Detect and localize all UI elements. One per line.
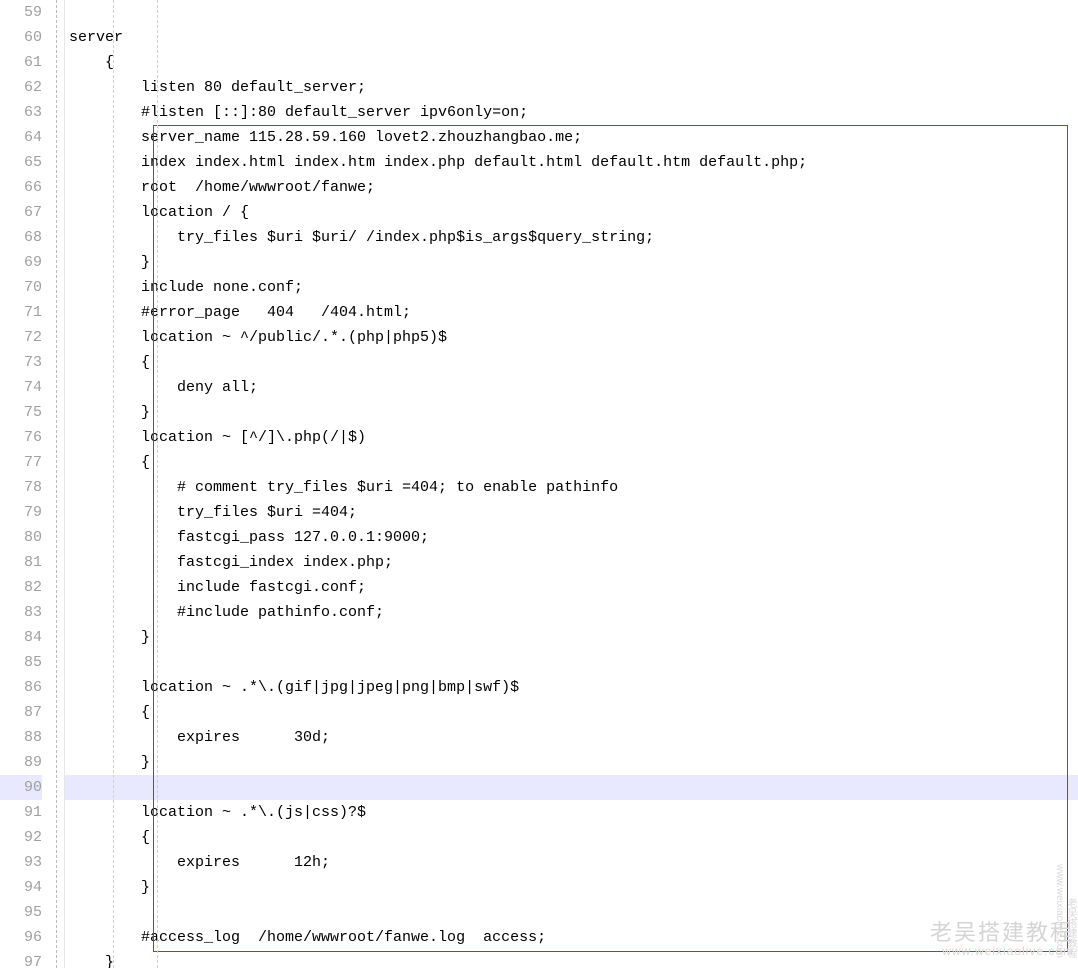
code-area[interactable]: 老吴搭建教程 www.weixiaolive.com 老吴搭建教程 www.we… bbox=[65, 0, 1078, 968]
line-number: 81 bbox=[0, 550, 42, 575]
code-line[interactable]: expires 30d; bbox=[65, 725, 1078, 750]
code-line[interactable]: location ~ .*\.(js|css)?$ bbox=[65, 800, 1078, 825]
watermark: 老吴搭建教程 www.weixiaolive.com 老吴搭建教程 www.we… bbox=[930, 921, 1074, 958]
line-number: 61 bbox=[0, 50, 42, 75]
code-line[interactable]: include none.conf; bbox=[65, 275, 1078, 300]
code-line[interactable]: location / { bbox=[65, 200, 1078, 225]
line-number: 97 bbox=[0, 950, 42, 968]
code-line[interactable]: server bbox=[65, 25, 1078, 50]
code-line[interactable]: try_files $uri $uri/ /index.php$is_args$… bbox=[65, 225, 1078, 250]
line-number: 83 bbox=[0, 600, 42, 625]
code-line[interactable]: deny all; bbox=[65, 375, 1078, 400]
watermark-en: www.weixiaolive.com bbox=[930, 945, 1074, 958]
line-number: 76 bbox=[0, 425, 42, 450]
code-line[interactable]: #include pathinfo.conf; bbox=[65, 600, 1078, 625]
line-number: 60 bbox=[0, 25, 42, 50]
code-line[interactable]: #access_log /home/wwwroot/fanwe.log acce… bbox=[65, 925, 1078, 950]
line-number: 73 bbox=[0, 350, 42, 375]
code-line[interactable] bbox=[65, 0, 1078, 25]
code-line[interactable]: location ~ [^/]\.php(/|$) bbox=[65, 425, 1078, 450]
code-line[interactable]: location ~ ^/public/.*.(php|php5)$ bbox=[65, 325, 1078, 350]
line-number: 94 bbox=[0, 875, 42, 900]
watermark-side: 老吴搭建教程 www.weixiaolive.com bbox=[1054, 861, 1076, 958]
line-number: 85 bbox=[0, 650, 42, 675]
code-line[interactable]: root /home/wwwroot/fanwe; bbox=[65, 175, 1078, 200]
line-number: 68 bbox=[0, 225, 42, 250]
line-number: 79 bbox=[0, 500, 42, 525]
line-number: 88 bbox=[0, 725, 42, 750]
line-number: 66 bbox=[0, 175, 42, 200]
code-line[interactable]: fastcgi_pass 127.0.0.1:9000; bbox=[65, 525, 1078, 550]
code-line[interactable]: } bbox=[65, 950, 1078, 968]
line-number: 67 bbox=[0, 200, 42, 225]
line-number: 92 bbox=[0, 825, 42, 850]
code-line[interactable]: server_name 115.28.59.160 lovet2.zhouzha… bbox=[65, 125, 1078, 150]
code-line[interactable]: { bbox=[65, 350, 1078, 375]
line-number: 82 bbox=[0, 575, 42, 600]
code-line[interactable]: { bbox=[65, 450, 1078, 475]
line-number: 72 bbox=[0, 325, 42, 350]
code-editor[interactable]: 5960616263646566676869707172737475767778… bbox=[0, 0, 1078, 968]
code-line[interactable] bbox=[65, 775, 1078, 800]
line-number: 62 bbox=[0, 75, 42, 100]
line-number: 65 bbox=[0, 150, 42, 175]
code-line[interactable]: } bbox=[65, 750, 1078, 775]
code-line[interactable] bbox=[65, 900, 1078, 925]
code-line[interactable]: { bbox=[65, 50, 1078, 75]
code-line[interactable]: { bbox=[65, 825, 1078, 850]
line-number: 64 bbox=[0, 125, 42, 150]
line-number: 71 bbox=[0, 300, 42, 325]
code-line[interactable]: } bbox=[65, 875, 1078, 900]
code-line[interactable]: include fastcgi.conf; bbox=[65, 575, 1078, 600]
code-line[interactable]: } bbox=[65, 400, 1078, 425]
line-number: 74 bbox=[0, 375, 42, 400]
code-line[interactable] bbox=[65, 650, 1078, 675]
line-number: 87 bbox=[0, 700, 42, 725]
code-line[interactable]: listen 80 default_server; bbox=[65, 75, 1078, 100]
line-number: 90 bbox=[0, 775, 42, 800]
code-line[interactable]: fastcgi_index index.php; bbox=[65, 550, 1078, 575]
line-number: 59 bbox=[0, 0, 42, 25]
code-line[interactable]: try_files $uri =404; bbox=[65, 500, 1078, 525]
code-line[interactable]: location ~ .*\.(gif|jpg|jpeg|png|bmp|swf… bbox=[65, 675, 1078, 700]
line-number: 93 bbox=[0, 850, 42, 875]
fold-column bbox=[48, 0, 65, 968]
code-line[interactable]: } bbox=[65, 625, 1078, 650]
line-number: 80 bbox=[0, 525, 42, 550]
line-number: 70 bbox=[0, 275, 42, 300]
line-number: 95 bbox=[0, 900, 42, 925]
line-number: 89 bbox=[0, 750, 42, 775]
code-line[interactable]: # comment try_files $uri =404; to enable… bbox=[65, 475, 1078, 500]
watermark-cn: 老吴搭建教程 bbox=[930, 921, 1074, 945]
code-line[interactable]: #listen [::]:80 default_server ipv6only=… bbox=[65, 100, 1078, 125]
line-number: 96 bbox=[0, 925, 42, 950]
code-line[interactable]: } bbox=[65, 250, 1078, 275]
code-line[interactable]: { bbox=[65, 700, 1078, 725]
code-line[interactable]: index index.html index.htm index.php def… bbox=[65, 150, 1078, 175]
line-number-gutter: 5960616263646566676869707172737475767778… bbox=[0, 0, 48, 968]
line-number: 86 bbox=[0, 675, 42, 700]
line-number: 84 bbox=[0, 625, 42, 650]
code-line[interactable]: #error_page 404 /404.html; bbox=[65, 300, 1078, 325]
line-number: 91 bbox=[0, 800, 42, 825]
line-number: 77 bbox=[0, 450, 42, 475]
code-line[interactable]: expires 12h; bbox=[65, 850, 1078, 875]
line-number: 78 bbox=[0, 475, 42, 500]
line-number: 75 bbox=[0, 400, 42, 425]
line-number: 69 bbox=[0, 250, 42, 275]
line-number: 63 bbox=[0, 100, 42, 125]
